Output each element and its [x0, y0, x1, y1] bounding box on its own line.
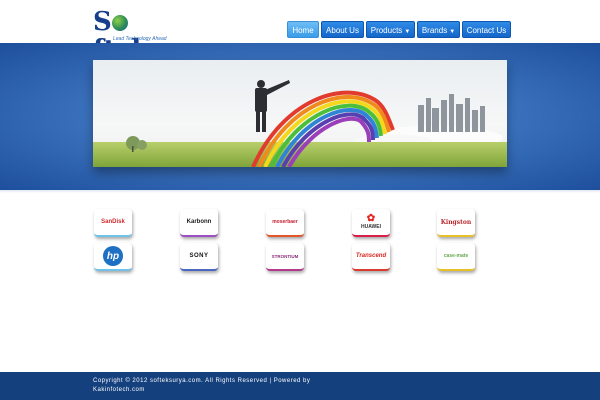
brand-case-mate-label: case-mate — [443, 253, 469, 259]
nav-contact-us[interactable]: Contact Us — [462, 21, 511, 38]
banner-illustration — [93, 60, 507, 167]
huawei-petal-icon: ✿ — [366, 213, 376, 224]
logo-text-start: S — [93, 7, 112, 37]
brand-sandisk-label: SanDisk — [101, 219, 125, 225]
nav-brands[interactable]: Brands ▼ — [417, 21, 460, 38]
brand-huawei[interactable]: ✿ HUAWEI — [352, 209, 390, 237]
brand-huawei-label: HUAWEI — [361, 224, 381, 230]
globe-icon — [112, 15, 129, 31]
brand-sony[interactable]: SONY — [180, 243, 218, 271]
chevron-down-icon: ▼ — [449, 29, 456, 35]
nav-home[interactable]: Home — [287, 21, 319, 38]
brand-karbonn-label: Karbonn — [186, 219, 212, 225]
brand-karbonn[interactable]: Karbonn — [180, 209, 218, 237]
brand-sandisk[interactable]: SanDisk — [94, 209, 132, 237]
brand-strontium-label: STRONTIUM — [271, 253, 299, 259]
hero-section — [0, 43, 600, 190]
nav-products-label: Products — [370, 26, 403, 35]
nav-products[interactable]: Products ▼ — [366, 21, 415, 38]
brand-moserbaer-label: moserbaer — [272, 219, 298, 225]
brand-transcend-label: Transcend — [355, 253, 387, 259]
brand-transcend[interactable]: Transcend — [352, 243, 390, 271]
nav-contact-label: Contact Us — [466, 26, 507, 35]
nav-home-label: Home — [292, 26, 314, 35]
brand-strontium[interactable]: STRONTIUM — [266, 243, 304, 271]
nav-about-us[interactable]: About Us — [321, 21, 364, 38]
nav-about-label: About Us — [326, 26, 359, 35]
logo-tagline: Lead Technology Ahead — [113, 36, 167, 42]
brand-kingston-label: Kingston — [440, 218, 472, 226]
footer-copyright: Copyright © 2012 softeksurya.com. All Ri… — [93, 378, 311, 393]
brand-kingston[interactable]: Kingston — [437, 209, 475, 237]
footer: Copyright © 2012 softeksurya.com. All Ri… — [0, 372, 600, 400]
hp-logo-icon: hp — [103, 246, 123, 266]
chevron-down-icon: ▼ — [404, 29, 411, 35]
nav-brands-label: Brands — [421, 26, 448, 35]
hero-bottom-edge — [0, 190, 600, 193]
softek-logo[interactable]: Sftek Lead Technology Ahead — [93, 7, 183, 64]
brand-case-mate[interactable]: case-mate — [437, 243, 475, 271]
header: Sftek Lead Technology Ahead Home About U… — [0, 0, 600, 64]
brand-sony-label: SONY — [189, 253, 209, 259]
brand-hp[interactable]: hp — [94, 243, 132, 271]
brand-hp-label: hp — [106, 250, 120, 262]
brand-moserbaer[interactable]: moserbaer — [266, 209, 304, 237]
brand-logos-grid: SanDisk Karbonn moserbaer ✿ HUAWEI Kings… — [0, 195, 600, 375]
hero-banner-image — [93, 60, 507, 167]
